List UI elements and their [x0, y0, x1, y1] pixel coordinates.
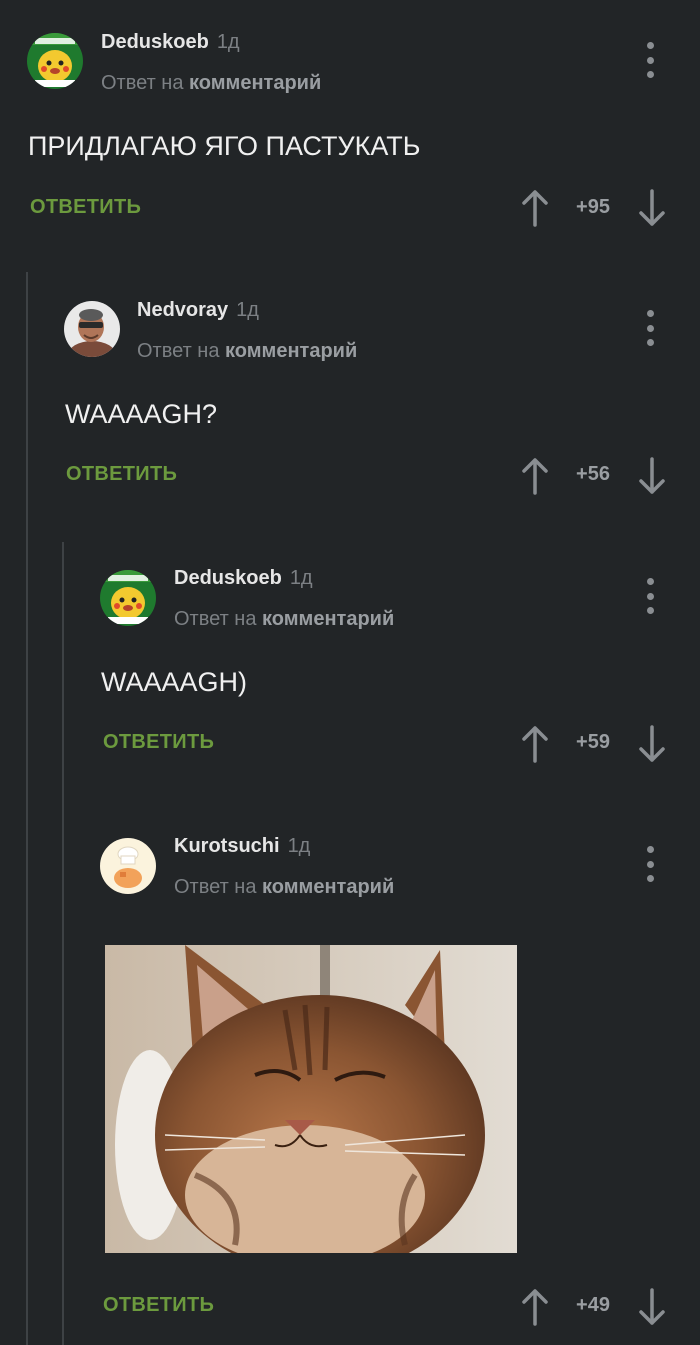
- more-options-icon[interactable]: [638, 578, 662, 614]
- chef-cat-avatar-icon: [100, 838, 156, 894]
- upvote-arrow-icon[interactable]: [520, 1287, 550, 1327]
- downvote-arrow-icon[interactable]: [637, 188, 667, 228]
- downvote-arrow-icon[interactable]: [637, 724, 667, 764]
- comment-text: WAAAAGH?: [65, 399, 218, 429]
- vote-score: +59: [576, 731, 610, 753]
- reply-to-link[interactable]: комментарий: [225, 340, 357, 362]
- vote-score: +56: [576, 463, 610, 485]
- reply-to-link[interactable]: комментарий: [189, 72, 321, 94]
- avatar[interactable]: [100, 570, 156, 626]
- vote-score: +95: [576, 196, 610, 218]
- reply-to-line: Ответ на комментарий: [137, 340, 357, 363]
- pikachu-avatar-icon: [100, 570, 156, 626]
- comment-age: 1д: [236, 299, 259, 321]
- more-options-icon[interactable]: [638, 42, 662, 78]
- author-name-text[interactable]: Deduskoeb: [101, 31, 209, 53]
- comment-age: 1д: [287, 835, 311, 857]
- author-name[interactable]: Nedvoray 1д: [137, 299, 259, 322]
- reply-to-line: Ответ на комментарий: [101, 72, 321, 95]
- reply-button[interactable]: ОТВЕТИТЬ: [66, 463, 177, 486]
- comment: Deduskoeb 1д Ответ на комментарий ПРИДЛАГ…: [0, 0, 700, 260]
- author-name[interactable]: Kurotsuchi 1д: [174, 835, 310, 858]
- downvote-arrow-icon[interactable]: [637, 456, 667, 496]
- author-name-text[interactable]: Deduskoeb: [174, 567, 282, 589]
- comment-age: 1д: [216, 31, 240, 53]
- thread-line-level-2: [62, 542, 64, 1345]
- reply-button[interactable]: ОТВЕТИТЬ: [103, 731, 214, 754]
- more-options-icon[interactable]: [638, 310, 662, 346]
- bald-man-avatar-icon: [64, 301, 120, 357]
- author-name-text[interactable]: Nedvoray: [137, 299, 228, 321]
- upvote-arrow-icon[interactable]: [520, 456, 550, 496]
- reply-to-link[interactable]: комментарий: [262, 608, 394, 630]
- reply-button[interactable]: ОТВЕТИТЬ: [103, 1294, 214, 1317]
- thread-line-level-1: [26, 272, 28, 1345]
- comment-text: ПРИДЛАГАЮ ЯГО ПАСТУКАТЬ: [28, 131, 421, 161]
- vote-score: +49: [576, 1294, 610, 1316]
- reply-to-prefix: Ответ на: [174, 608, 257, 630]
- cat-photo[interactable]: [105, 945, 517, 1253]
- reply-to-link[interactable]: комментарий: [262, 876, 394, 898]
- pikachu-avatar-icon: [27, 33, 83, 89]
- upvote-arrow-icon[interactable]: [520, 724, 550, 764]
- reply-to-prefix: Ответ на: [137, 340, 220, 362]
- comment-age: 1д: [289, 567, 313, 589]
- author-name[interactable]: Deduskoeb 1д: [101, 31, 240, 54]
- reply-button[interactable]: ОТВЕТИТЬ: [30, 196, 141, 219]
- reply-to-line: Ответ на комментарий: [174, 608, 394, 631]
- author-name[interactable]: Deduskoeb 1д: [174, 567, 313, 590]
- author-name-text[interactable]: Kurotsuchi: [174, 835, 280, 857]
- reply-to-line: Ответ на комментарий: [174, 876, 394, 899]
- reply-to-prefix: Ответ на: [174, 876, 257, 898]
- upvote-arrow-icon[interactable]: [520, 188, 550, 228]
- more-options-icon[interactable]: [638, 846, 662, 882]
- avatar[interactable]: [100, 838, 156, 894]
- reply-to-prefix: Ответ на: [101, 72, 184, 94]
- avatar[interactable]: [27, 33, 83, 89]
- downvote-arrow-icon[interactable]: [637, 1287, 667, 1327]
- avatar[interactable]: [64, 301, 120, 357]
- comment-text: WAAAAGH): [101, 667, 248, 697]
